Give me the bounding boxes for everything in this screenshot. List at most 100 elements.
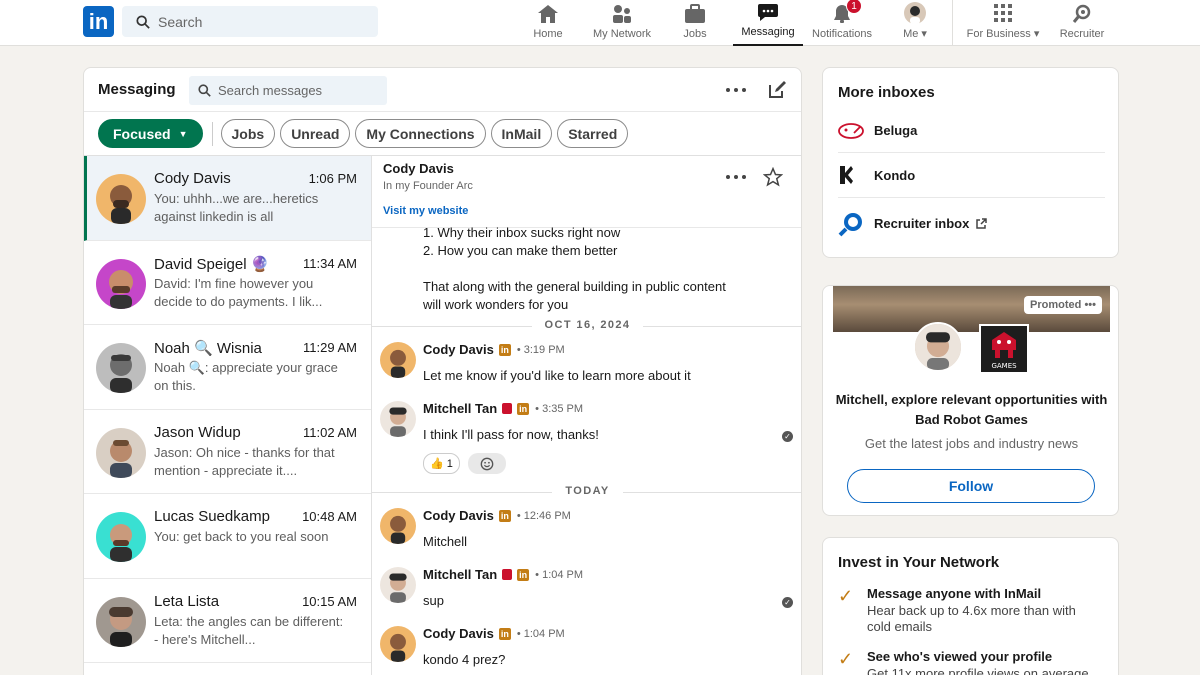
beluga-icon — [838, 121, 866, 139]
conversation-item[interactable]: Leta Lista 10:15 AM Leta: the angles can… — [84, 579, 371, 663]
conversation-name: David Speigel 🔮 — [154, 255, 270, 273]
messaging-header: Messaging Search messages — [84, 68, 801, 112]
conversation-item[interactable]: David Speigel 🔮 11:34 AM David: I'm fine… — [84, 241, 371, 325]
thread-contact-name[interactable]: Cody Davis — [383, 161, 454, 176]
nav-recruiter[interactable]: Recruiter — [1056, 0, 1108, 46]
filter-my-connections[interactable]: My Connections — [355, 119, 486, 148]
message-sender[interactable]: Mitchell Tan in • 3:35 PM — [423, 401, 583, 416]
avatar — [96, 343, 146, 393]
message-sender[interactable]: Cody Davis in • 1:04 PM — [423, 626, 565, 641]
thread-contact-headline: In my Founder Arc — [383, 180, 473, 192]
avatar — [96, 596, 146, 647]
promo-title: Mitchell, explore relevant opportunities… — [835, 392, 1108, 427]
premium-icon: in — [517, 568, 530, 581]
visit-website-link[interactable]: Visit my website — [383, 205, 468, 217]
nav-label: Messaging — [741, 26, 795, 38]
thread-header: Cody Davis In my Founder Arc Visit my we… — [372, 156, 801, 228]
more-inboxes-card: More inboxes Beluga Kondo Recruiter inbo… — [822, 67, 1119, 258]
grid-icon — [991, 1, 1015, 25]
promoted-card: Promoted ••• GAMES Mitchell, explore rel… — [822, 285, 1119, 516]
conversation-time: 11:34 AM — [303, 255, 357, 271]
conversation-preview: You: uhhh...we are...heretics against li… — [154, 191, 319, 224]
nav-jobs[interactable]: Jobs — [680, 0, 710, 46]
nav-label: Home — [533, 28, 563, 40]
premium-icon: in — [517, 402, 530, 415]
linkedin-logo[interactable]: in — [83, 6, 114, 37]
search-icon — [198, 84, 211, 97]
nav-label: Me ▾ — [903, 28, 927, 40]
avatar[interactable] — [380, 626, 416, 662]
caret-down-icon: ▼ — [178, 128, 188, 139]
messaging-title: Messaging — [98, 81, 176, 98]
badge-icon — [502, 569, 513, 580]
inbox-kondo[interactable]: Kondo — [838, 153, 1105, 198]
search-messages-input[interactable]: Search messages — [189, 76, 387, 105]
top-navbar: in Search Home My Network Jobs Messaging… — [0, 0, 1200, 46]
more-options-icon[interactable] — [724, 165, 748, 189]
nav-notifications[interactable]: 1 Notifications — [808, 0, 876, 46]
conversation-name: Lucas Suedkamp — [154, 508, 270, 525]
conversation-item[interactable]: Lucas Suedkamp 10:48 AM You: get back to… — [84, 494, 371, 579]
reaction-pill[interactable]: 👍 1 — [423, 453, 460, 474]
inbox-beluga[interactable]: Beluga — [838, 108, 1105, 153]
nav-messaging[interactable]: Messaging — [733, 0, 803, 46]
message-time: • 3:35 PM — [535, 402, 584, 415]
inbox-recruiter[interactable]: Recruiter inbox — [838, 201, 1105, 246]
filter-starred[interactable]: Starred — [557, 119, 629, 148]
filter-inmail[interactable]: InMail — [490, 119, 553, 148]
nav-home[interactable]: Home — [528, 0, 568, 46]
global-search-input[interactable]: Search — [122, 6, 378, 37]
nav-label: Notifications — [812, 28, 872, 40]
profile-icon — [903, 1, 927, 25]
message-text: I think I'll pass for now, thanks! — [423, 427, 599, 442]
nav-me[interactable]: Me ▾ — [898, 0, 932, 46]
promo-subtitle: Get the latest jobs and industry news — [864, 436, 1079, 451]
message-sender[interactable]: Cody Davis in • 3:19 PM — [423, 342, 565, 357]
bell-icon: 1 — [830, 0, 862, 26]
nav-label: Jobs — [683, 28, 707, 40]
add-reaction-icon[interactable] — [468, 453, 506, 474]
conversation-preview: David: I'm fine however you decide to do… — [154, 275, 323, 309]
message-time: • 1:04 PM — [516, 627, 565, 640]
read-receipt-icon: ✓ — [782, 597, 793, 608]
conversation-item[interactable]: Jason Widup 11:02 AM Jason: Oh nice - th… — [84, 410, 371, 494]
avatar[interactable] — [380, 508, 416, 544]
invest-title: Invest in Your Network — [838, 554, 1000, 571]
avatar — [96, 258, 146, 309]
nav-label: For Business ▾ — [966, 28, 1040, 40]
read-receipt-icon: ✓ — [782, 431, 793, 442]
message-line: 2. How you can make them better — [423, 243, 618, 258]
conversation-name: Noah 🔍 Wisnia — [154, 340, 262, 357]
avatar[interactable] — [380, 567, 416, 603]
nav-for-business[interactable]: For Business ▾ — [963, 0, 1043, 46]
star-icon[interactable] — [760, 164, 786, 190]
filter-unread[interactable]: Unread — [280, 119, 351, 148]
avatar[interactable] — [380, 342, 416, 378]
conversation-time: 10:15 AM — [302, 593, 357, 609]
promoted-label[interactable]: Promoted ••• — [1024, 296, 1102, 314]
conversation-preview: Jason: Oh nice - thanks for that mention… — [154, 444, 335, 478]
conversation-item[interactable]: Cody Davis 1:06 PM You: uhhh...we are...… — [84, 156, 371, 241]
nav-my-network[interactable]: My Network — [588, 0, 656, 46]
premium-icon: in — [498, 343, 511, 356]
avatar[interactable] — [380, 401, 416, 437]
conversation-item[interactable]: Noah 🔍 Wisnia 11:29 AM Noah 🔍: appreciat… — [84, 325, 371, 410]
more-options-icon[interactable] — [724, 78, 748, 102]
message-sender[interactable]: Mitchell Tan in • 1:04 PM — [423, 567, 583, 582]
conversation-name: Jason Widup — [154, 423, 241, 441]
company-logo: GAMES — [979, 324, 1029, 374]
filter-focused[interactable]: Focused ▼ — [98, 119, 203, 148]
filter-jobs[interactable]: Jobs — [220, 119, 276, 148]
conversation-preview: Noah 🔍: appreciate your grace on this. — [154, 360, 338, 393]
home-icon — [536, 2, 560, 26]
briefcase-icon — [683, 2, 707, 26]
message-text: Let me know if you'd like to learn more … — [423, 368, 691, 383]
date-separator: TODAY — [372, 485, 801, 497]
message-sender[interactable]: Cody Davis in • 12:46 PM — [423, 508, 571, 523]
kondo-icon — [838, 165, 866, 185]
notification-badge: 1 — [846, 0, 862, 14]
inbox-label: Beluga — [874, 122, 918, 138]
conversation-time: 11:29 AM — [303, 340, 357, 355]
follow-button[interactable]: Follow — [847, 469, 1095, 503]
compose-icon[interactable] — [764, 77, 790, 103]
